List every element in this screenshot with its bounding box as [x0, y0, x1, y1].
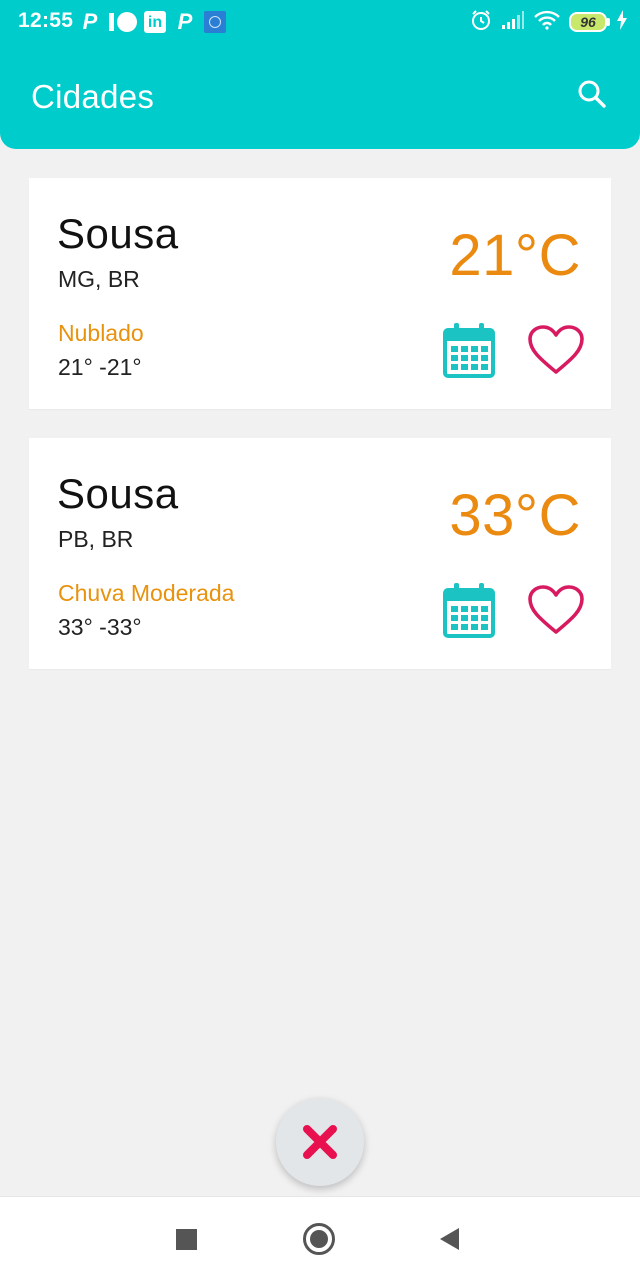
weather-condition: Nublado	[58, 320, 144, 346]
temperature-range: 33° -33°	[58, 614, 142, 640]
linkedin-icon: in	[144, 11, 166, 33]
city-temperature: 33°C	[449, 483, 581, 548]
favorite-button[interactable]	[527, 324, 585, 376]
patreon-icon	[109, 12, 137, 32]
wifi-icon	[534, 10, 560, 35]
screen: 12:55 P in P 96 Cidades Sousa MG, BR 21°…	[0, 0, 640, 1280]
city-region: MG, BR	[58, 266, 140, 292]
navigation-bar	[0, 1196, 640, 1280]
p-icon: P	[177, 9, 193, 34]
forecast-button[interactable]	[442, 321, 496, 379]
status-bar: 12:55 P in P 96	[0, 0, 640, 44]
city-card[interactable]: Sousa MG, BR 21°C Nublado 21° -21°	[29, 178, 611, 409]
city-name: Sousa	[57, 470, 179, 517]
heart-outline-icon	[528, 325, 584, 374]
app-icon	[204, 11, 226, 33]
calendar-icon	[443, 583, 495, 638]
city-card[interactable]: Sousa PB, BR 33°C Chuva Moderada 33° -33…	[29, 438, 611, 669]
calendar-icon	[443, 323, 495, 378]
close-icon	[303, 1125, 337, 1159]
battery-tip	[607, 18, 610, 26]
heart-outline-icon	[528, 585, 584, 634]
favorite-button[interactable]	[527, 584, 585, 636]
weather-condition: Chuva Moderada	[58, 580, 235, 606]
temperature-range: 21° -21°	[58, 354, 142, 380]
notification-icons: P in P	[80, 9, 235, 35]
recents-icon[interactable]	[176, 1229, 197, 1250]
app-bar: Cidades	[0, 44, 640, 149]
signal-icon	[501, 10, 525, 35]
home-icon[interactable]	[303, 1223, 335, 1255]
charging-icon	[616, 9, 628, 35]
city-temperature: 21°C	[449, 223, 581, 288]
city-list: Sousa MG, BR 21°C Nublado 21° -21° Sousa…	[29, 178, 611, 698]
status-time: 12:55	[18, 9, 74, 32]
city-region: PB, BR	[58, 526, 134, 552]
alarm-icon	[470, 9, 492, 36]
forecast-button[interactable]	[442, 581, 496, 639]
header: 12:55 P in P 96 Cidades	[0, 0, 640, 149]
clear-button[interactable]	[276, 1098, 364, 1186]
city-name: Sousa	[57, 210, 179, 257]
page-title: Cidades	[31, 78, 155, 115]
system-icons: 96	[470, 8, 628, 36]
search-button[interactable]	[570, 72, 614, 116]
back-icon[interactable]	[440, 1228, 459, 1250]
search-icon	[578, 80, 606, 108]
battery-icon: 96	[569, 12, 607, 32]
p-icon: P	[82, 9, 98, 34]
